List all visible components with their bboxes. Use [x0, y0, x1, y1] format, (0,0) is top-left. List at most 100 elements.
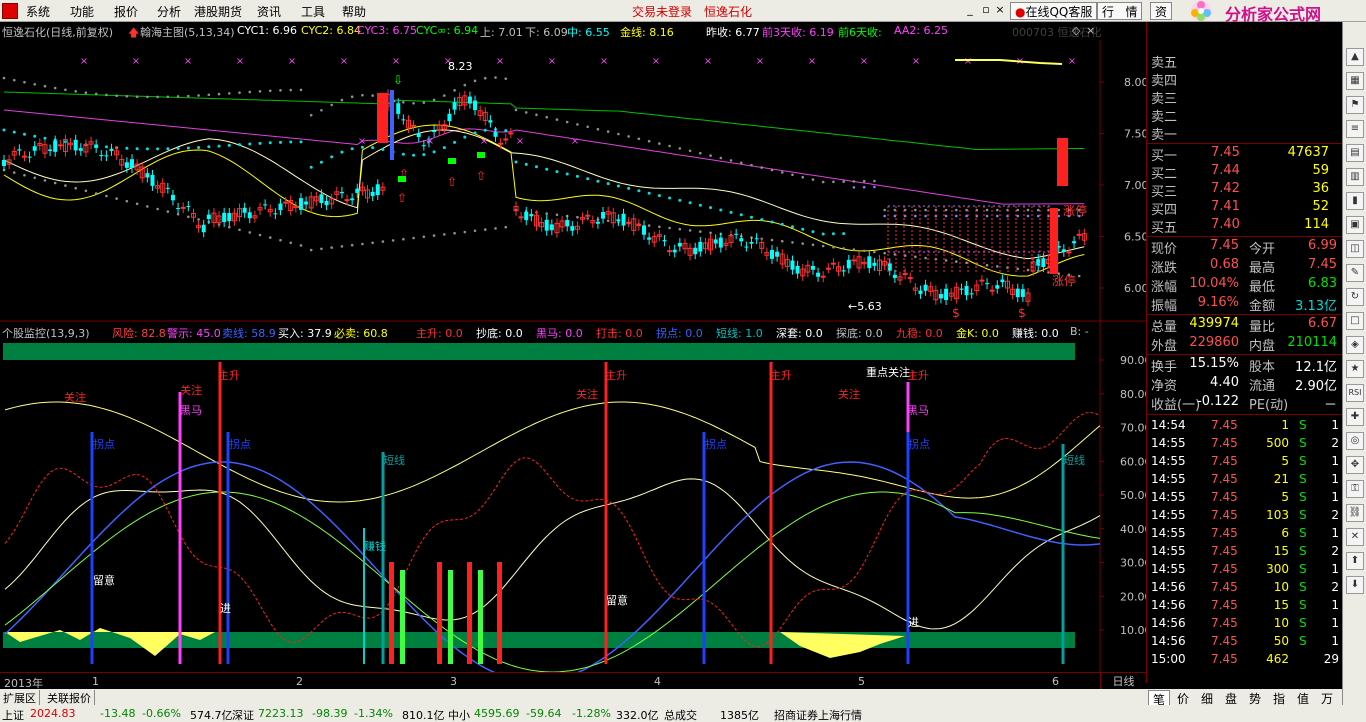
band-lower-dot	[350, 243, 354, 247]
ask-label: 卖一	[1151, 128, 1178, 143]
band-mid-dot	[698, 203, 702, 207]
tool-grid-icon[interactable]: ▦	[1346, 72, 1364, 90]
tool-key-icon[interactable]: ⚿	[1346, 480, 1364, 498]
band-lower-dot	[842, 247, 845, 250]
candle-body	[278, 203, 283, 211]
band-upper-dot	[576, 123, 579, 126]
main-chart-header: 恒逸石化(日线,前复权) 🡅 翰海主图(5,13,34) CYC1: 6.96 …	[0, 22, 1102, 40]
menu-quote[interactable]: 报价	[114, 3, 138, 20]
indicator-name[interactable]: 翰海主图(5,13,34)	[140, 24, 235, 40]
candle-body	[339, 191, 344, 194]
ask-row[interactable]: 卖四	[1147, 70, 1343, 89]
main-price-chart[interactable]: 8.00 7.50 7.00 6.50 6.00 × × × × × × × × × × × × × × × × × × × ×…	[0, 40, 1146, 322]
band-mid-dot	[22, 132, 26, 136]
menu-news[interactable]: 资讯	[257, 3, 281, 20]
ind-tick-label: 60.00	[1120, 455, 1146, 468]
tool-pin-icon[interactable]: ✚	[1346, 408, 1364, 426]
minimize-icon[interactable]: _	[964, 3, 976, 17]
band-upper-dot	[821, 180, 825, 184]
period-selector[interactable]: 日线	[1100, 673, 1146, 689]
bid-row[interactable]: 买一 7.45 47637	[1147, 145, 1343, 164]
tool-square-icon[interactable]: □	[1346, 312, 1364, 330]
zx-index[interactable]: 4595.69	[474, 707, 520, 720]
chart-close-icon[interactable]: ×	[1086, 24, 1095, 37]
quote-row: 涨幅 10.04% 最低 6.83	[1147, 276, 1343, 295]
bid-row[interactable]: 买三 7.42 36	[1147, 181, 1343, 200]
tool-cross-icon[interactable]: ✕	[1346, 528, 1364, 546]
tool-down-icon[interactable]: ⬇	[1346, 576, 1364, 594]
band-mid-dot	[453, 140, 457, 144]
tool-link-icon[interactable]: ⛓	[1346, 504, 1364, 522]
band-upper-dot	[361, 93, 364, 97]
band-mid-dot	[616, 184, 620, 188]
ask-row[interactable]: 卖三	[1147, 88, 1343, 107]
info-tab-button[interactable]: 资	[1150, 2, 1173, 20]
bid-price: 7.44	[1211, 163, 1240, 178]
tool-refresh-icon[interactable]: ↻	[1346, 288, 1364, 306]
bid-row[interactable]: 买二 7.44 59	[1147, 163, 1343, 182]
band-mid-dot	[657, 194, 661, 198]
band-mid-dot	[586, 177, 590, 181]
indicator-chart[interactable]: 90.00 80.00 70.00 60.00 50.00 40.00 30.00 20.00…	[0, 322, 1146, 672]
tick-time: 14:54	[1151, 418, 1186, 432]
candle-body	[396, 103, 401, 114]
tool-zoom-icon[interactable]: ▲	[1346, 48, 1364, 66]
candle-body	[662, 240, 667, 242]
band-lower-dot	[473, 229, 477, 233]
band-mid-dot	[842, 232, 846, 236]
tool-flag-icon[interactable]: ⚑	[1346, 96, 1364, 114]
sh-index[interactable]: 2024.83	[30, 707, 76, 720]
tool-box-icon[interactable]: ◫	[1346, 240, 1364, 258]
marker-x: ×	[132, 56, 140, 67]
menu-help[interactable]: 帮助	[342, 3, 366, 20]
chart-settings-icon[interactable]: ◇	[1072, 24, 1080, 37]
band-upper-dot	[1036, 208, 1040, 212]
tool-pen-icon[interactable]: ✎	[1346, 264, 1364, 282]
menu-hk-futures[interactable]: 港股期货	[194, 3, 242, 20]
menu-bar: 系统 功能 报价 分析 港股期货 资讯 工具 帮助 交易未登录 恒逸石化 _ ▫…	[0, 0, 1366, 24]
quote-row: 换手 15.15% 股本 12.1亿	[1147, 356, 1343, 375]
trade-status[interactable]: 交易未登录	[632, 3, 692, 20]
menu-function[interactable]: 功能	[70, 3, 94, 20]
broker-name[interactable]: 招商证券上海行情	[774, 707, 862, 722]
tool-bars-icon[interactable]: ▮	[1346, 192, 1364, 210]
candle-body	[186, 205, 191, 207]
ask-row[interactable]: 卖二	[1147, 106, 1343, 125]
daji-bar	[437, 562, 442, 664]
band-lower-dot	[862, 249, 866, 253]
tool-table-icon[interactable]: ▥	[1346, 168, 1364, 186]
restore-icon[interactable]: ▫	[980, 3, 992, 17]
tab-related-quote[interactable]: 关联报价	[44, 690, 95, 705]
tool-rsi-icon[interactable]: RSI	[1346, 384, 1364, 402]
menu-system[interactable]: 系统	[26, 3, 50, 20]
band-lower-dot	[156, 207, 159, 211]
axis-month-2: 2	[296, 675, 303, 688]
tool-list-icon[interactable]: ≡	[1346, 120, 1364, 138]
tool-win-icon[interactable]: ▣	[1346, 216, 1364, 234]
close-icon[interactable]: ×	[994, 3, 1006, 17]
quote-label: 涨跌	[1151, 261, 1178, 276]
band-lower-dot	[361, 242, 364, 246]
candle-body	[48, 149, 53, 152]
menu-analysis[interactable]: 分析	[157, 3, 181, 20]
candle-body	[524, 211, 529, 221]
sz-index[interactable]: 7223.13	[258, 707, 304, 720]
tool-up-icon[interactable]: ⬆	[1346, 552, 1364, 570]
bid-row[interactable]: 买五 7.40 114	[1147, 217, 1343, 236]
tool-chart-icon[interactable]: ▤	[1346, 144, 1364, 162]
tool-mark-icon[interactable]: ★	[1346, 360, 1364, 378]
tool-eye-icon[interactable]: ◎	[1346, 432, 1364, 450]
bid-row[interactable]: 买四 7.41 52	[1147, 199, 1343, 218]
band-mid-dot	[1016, 214, 1020, 218]
tab-extension[interactable]: 扩展区	[0, 690, 40, 705]
ask-row[interactable]: 卖一	[1147, 124, 1343, 143]
menu-tools[interactable]: 工具	[301, 3, 325, 20]
qq-support-button[interactable]: ●在线QQ客服	[1010, 2, 1098, 20]
band-mid-dot	[401, 152, 405, 156]
band-upper-dot	[811, 178, 815, 181]
up-arrow-icon: ⇧	[397, 191, 407, 205]
quote-tab-button[interactable]: 行 情	[1097, 2, 1143, 20]
tool-move-icon[interactable]: ✥	[1346, 456, 1364, 474]
ask-row[interactable]: 卖五	[1147, 52, 1343, 71]
tool-mouse-icon[interactable]: ◈	[1346, 336, 1364, 354]
